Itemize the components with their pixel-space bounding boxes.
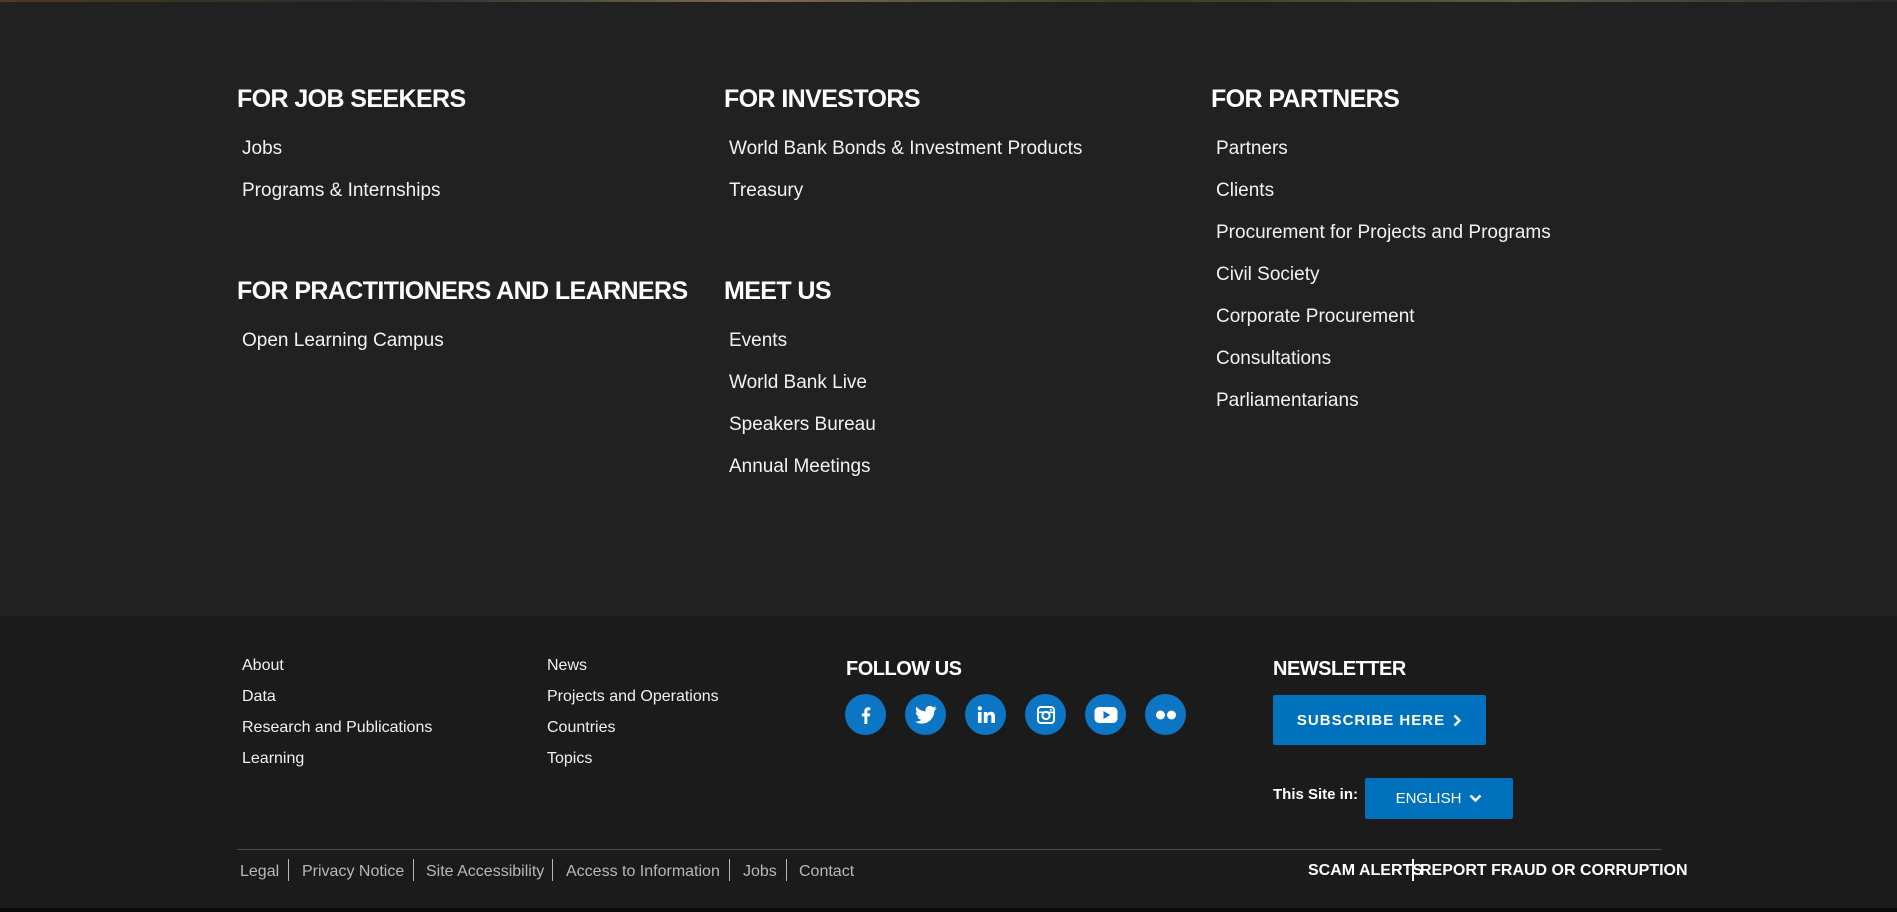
footer-divider xyxy=(237,849,1662,850)
section-meet-us: MEET US Events World Bank Live Speakers … xyxy=(724,276,876,477)
link-partners[interactable]: Partners xyxy=(1216,137,1288,161)
page-bottom-edge xyxy=(0,908,1897,912)
footer-link-topics[interactable]: Topics xyxy=(547,749,592,769)
footer-link-news[interactable]: News xyxy=(547,656,587,676)
footer-link-countries[interactable]: Countries xyxy=(547,718,615,738)
link-world-bank-bonds[interactable]: World Bank Bonds & Investment Products xyxy=(729,137,1082,161)
legal-separator xyxy=(729,859,730,881)
section-partners: FOR PARTNERS Partners Clients Procuremen… xyxy=(1211,84,1551,411)
alert-separator xyxy=(1412,859,1414,881)
chevron-right-icon xyxy=(1453,714,1462,726)
section-job-seekers: FOR JOB SEEKERS Jobs Programs & Internsh… xyxy=(237,84,466,201)
link-corporate-procurement[interactable]: Corporate Procurement xyxy=(1216,305,1415,329)
link-programs-internships[interactable]: Programs & Internships xyxy=(242,179,441,203)
link-procurement-projects[interactable]: Procurement for Projects and Programs xyxy=(1216,221,1551,245)
linkedin-icon xyxy=(977,705,995,723)
link-jobs[interactable]: Jobs xyxy=(242,137,282,161)
section-title-meet-us: MEET US xyxy=(724,277,832,305)
language-value: ENGLISH xyxy=(1395,790,1462,807)
scam-alerts-link[interactable]: SCAM ALERTS xyxy=(1308,861,1423,881)
legal-separator xyxy=(288,859,289,881)
legal-separator xyxy=(413,859,414,881)
legal-jobs-link[interactable]: Jobs xyxy=(743,862,777,882)
section-investors: FOR INVESTORS World Bank Bonds & Investm… xyxy=(724,84,1082,201)
section-title-job-seekers: FOR JOB SEEKERS xyxy=(237,85,466,113)
section-practitioners: FOR PRACTITIONERS AND LEARNERS Open Lear… xyxy=(237,276,688,351)
newsletter-title: NEWSLETTER xyxy=(1273,658,1406,680)
site-language-label: This Site in: xyxy=(1273,786,1359,803)
linkedin-button[interactable] xyxy=(965,694,1006,735)
footer-link-research-publications[interactable]: Research and Publications xyxy=(242,718,432,738)
section-title-investors: FOR INVESTORS xyxy=(724,85,921,113)
twitter-button[interactable] xyxy=(905,694,946,735)
facebook-icon xyxy=(861,706,870,724)
flickr-button[interactable] xyxy=(1145,694,1186,735)
youtube-button[interactable] xyxy=(1085,694,1126,735)
link-parliamentarians[interactable]: Parliamentarians xyxy=(1216,389,1359,413)
footer-link-data[interactable]: Data xyxy=(242,687,276,707)
link-speakers-bureau[interactable]: Speakers Bureau xyxy=(729,413,876,437)
section-title-practitioners: FOR PRACTITIONERS AND LEARNERS xyxy=(237,277,688,305)
twitter-icon xyxy=(914,705,937,724)
legal-separator xyxy=(786,859,787,881)
link-open-learning-campus[interactable]: Open Learning Campus xyxy=(242,329,444,353)
legal-separator xyxy=(552,859,553,881)
link-civil-society[interactable]: Civil Society xyxy=(1216,263,1319,287)
contact-link[interactable]: Contact xyxy=(799,862,854,882)
link-consultations[interactable]: Consultations xyxy=(1216,347,1331,371)
instagram-icon xyxy=(1036,705,1055,724)
instagram-button[interactable] xyxy=(1025,694,1066,735)
chevron-down-icon xyxy=(1470,794,1482,803)
subscribe-button[interactable]: SUBSCRIBE HERE xyxy=(1273,695,1486,745)
footer-link-learning[interactable]: Learning xyxy=(242,749,304,769)
link-annual-meetings[interactable]: Annual Meetings xyxy=(729,455,871,479)
follow-us-title: FOLLOW US xyxy=(846,658,962,680)
footer-link-about[interactable]: About xyxy=(242,656,284,676)
facebook-button[interactable] xyxy=(845,694,886,735)
section-title-partners: FOR PARTNERS xyxy=(1211,85,1400,113)
privacy-notice-link[interactable]: Privacy Notice xyxy=(302,862,404,882)
flickr-icon xyxy=(1155,710,1176,719)
report-fraud-link[interactable]: REPORT FRAUD OR CORRUPTION xyxy=(1420,861,1688,881)
site-accessibility-link[interactable]: Site Accessibility xyxy=(426,862,544,882)
legal-link[interactable]: Legal xyxy=(240,862,279,882)
youtube-icon xyxy=(1094,706,1117,723)
link-events[interactable]: Events xyxy=(729,329,787,353)
link-clients[interactable]: Clients xyxy=(1216,179,1274,203)
link-world-bank-live[interactable]: World Bank Live xyxy=(729,371,867,395)
access-to-information-link[interactable]: Access to Information xyxy=(566,862,720,882)
link-treasury[interactable]: Treasury xyxy=(729,179,803,203)
footer-link-projects-operations[interactable]: Projects and Operations xyxy=(547,687,719,707)
subscribe-label: SUBSCRIBE HERE xyxy=(1296,711,1446,729)
language-selector[interactable]: ENGLISH xyxy=(1365,778,1513,819)
